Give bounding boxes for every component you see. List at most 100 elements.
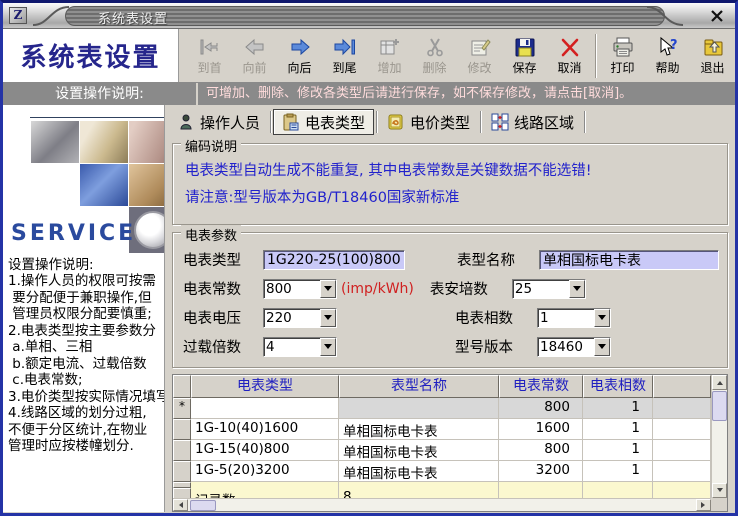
overload-combo[interactable]: 4 [263,336,337,357]
ampere-combo[interactable]: 25 [511,278,586,299]
sidebar-header: 设置操作说明: [3,83,198,105]
row-marker-header [173,375,191,398]
floppy-disk-icon [513,36,537,58]
next-record-icon [288,36,312,58]
collage-hline [30,117,164,118]
pocket-watch-icon [134,211,164,249]
model-version-combo[interactable]: 18460 [537,336,611,357]
chevron-down-icon[interactable] [594,308,610,327]
ampere-label: 表安培数 [429,282,488,298]
meter-params-title: 电表参数 [181,225,242,244]
page-title: 系统表设置 [20,43,161,73]
model-name-input[interactable] [539,249,719,270]
row-marker [173,488,191,498]
table-new-row[interactable]: * 800 1 [173,398,711,419]
message-bar: 可增加、删除、修改各类型后请进行保存，如不保存修改，请点击[取消]。 [198,83,735,105]
vertical-scrollbar[interactable] [711,375,727,498]
content-panel: 操作人员 电表类型 电价类型 线路区域 编码说明 电表类型自动生成不能重复, 其… [165,105,735,512]
toolbar-separator [595,33,597,78]
scroll-down-icon[interactable] [712,483,727,498]
service-collage: SERVICE [3,105,164,253]
chevron-down-icon[interactable] [320,337,336,356]
brand-panel: 系统表设置 [3,29,179,82]
help-button[interactable]: ? 帮助 [645,31,690,81]
edit-note-icon [468,36,492,58]
collage-image-pens [129,121,164,163]
table-row[interactable]: 1G-5(20)3200 单相国标电卡表 3200 1 [173,461,711,482]
sidebar: SERVICE 设置操作说明: 1.操作人员的权限可按需 要分配便于兼职操作,但… [3,105,165,512]
voltage-combo[interactable]: 220 [263,307,337,328]
meter-constant-combo[interactable]: 800 [263,278,337,299]
row-marker: * [173,398,191,419]
coding-note-line2: 请注意:型号版本为GB/T18460国家新标准 [185,189,460,206]
main-area: SERVICE 设置操作说明: 1.操作人员的权限可按需 要分配便于兼职操作,但… [3,105,735,512]
meter-constant-label: 电表常数 [183,282,241,298]
horizontal-scroll-thumb[interactable] [190,499,216,511]
last-record-button[interactable]: 到尾 [322,31,367,81]
meter-constant-unit: (imp/kWh) [341,280,414,297]
toolbar: 到首 向前 向后 到尾 增加 删除 修改 保存 取消 打印 ? 帮助 退出 [179,29,735,82]
horizontal-scrollbar[interactable] [173,498,711,511]
coding-notes-title: 编码说明 [181,136,242,155]
phase-combo[interactable]: 1 [537,307,611,328]
add-record-icon [378,36,402,58]
chevron-down-icon[interactable] [568,279,585,298]
price-book-icon [387,113,405,131]
svg-text:?: ? [670,38,678,53]
app-logo-icon: Z [9,7,27,24]
param-row: 电表电压 220 电表相数 1 [183,303,719,332]
cancel-button[interactable]: 取消 [547,31,592,81]
exit-button[interactable]: 退出 [690,31,735,81]
window-title: 系统表设置 [98,12,169,27]
close-icon[interactable] [709,8,725,24]
phase-label: 电表相数 [455,311,513,327]
meter-type-input[interactable] [263,249,405,270]
col-header-filler [653,375,711,398]
param-row: 电表类型 表型名称 [183,245,719,274]
tab-separator [376,111,378,133]
table-summary-row: 记录数 8 [173,488,711,498]
col-header-meter-constant[interactable]: 电表常数 [499,375,583,398]
print-button[interactable]: 打印 [600,31,645,81]
col-header-model-name[interactable]: 表型名称 [339,375,499,398]
col-header-phase[interactable]: 电表相数 [583,375,653,398]
prev-record-icon [243,36,267,58]
tab-line-area[interactable]: 线路区域 [483,109,582,135]
coding-notes-group: 编码说明 电表类型自动生成不能重复, 其中电表常数是关键数据不能选错! 请注意:… [172,136,728,225]
chevron-down-icon[interactable] [594,337,610,356]
voltage-label: 电表电压 [183,311,241,327]
printer-icon [611,36,635,58]
tab-meter-type[interactable]: 电表类型 [273,109,375,135]
record-count-value: 8 [339,488,499,498]
scroll-up-icon[interactable] [712,375,727,390]
last-record-icon [333,36,357,58]
table-row[interactable]: 1G-10(40)1600 单相国标电卡表 1600 1 [173,419,711,440]
delete-button: 删除 [412,31,457,81]
red-x-icon [558,36,582,58]
table-row[interactable]: 1G-15(40)800 单相国标电卡表 800 1 [173,440,711,461]
app-window: Z 系统表设置 系统表设置 到首 向前 向后 到尾 增加 删除 修改 保存 取消… [0,0,738,516]
next-record-button[interactable]: 向后 [277,31,322,81]
collage-image-tools [31,121,79,163]
meter-type-table: 电表类型 表型名称 电表常数 电表相数 * 800 1 1G-10(40)160… [172,374,728,512]
tab-bar: 操作人员 电表类型 电价类型 线路区域 [169,108,731,136]
scroll-left-icon[interactable] [173,499,188,511]
chevron-down-icon[interactable] [320,279,336,298]
tab-price-type[interactable]: 电价类型 [379,109,478,135]
operator-person-icon [177,113,195,131]
tab-operators[interactable]: 操作人员 [169,109,268,135]
model-name-label: 表型名称 [457,253,515,269]
tab-separator [480,111,482,133]
col-header-meter-type[interactable]: 电表类型 [191,375,339,398]
title-bar: Z 系统表设置 [3,3,735,29]
save-button[interactable]: 保存 [502,31,547,81]
collage-image-hand [129,164,164,206]
first-record-button: 到首 [187,31,232,81]
row-marker [173,461,191,482]
vertical-scroll-thumb[interactable] [712,391,727,421]
service-text: SERVICE [11,221,137,246]
meter-params-group: 电表参数 电表类型 表型名称 电表常数 800 (imp/kWh) 表安培数 [172,225,728,368]
chevron-down-icon[interactable] [320,308,336,327]
line-area-diagram-icon [491,113,509,131]
scroll-right-icon[interactable] [696,499,711,511]
